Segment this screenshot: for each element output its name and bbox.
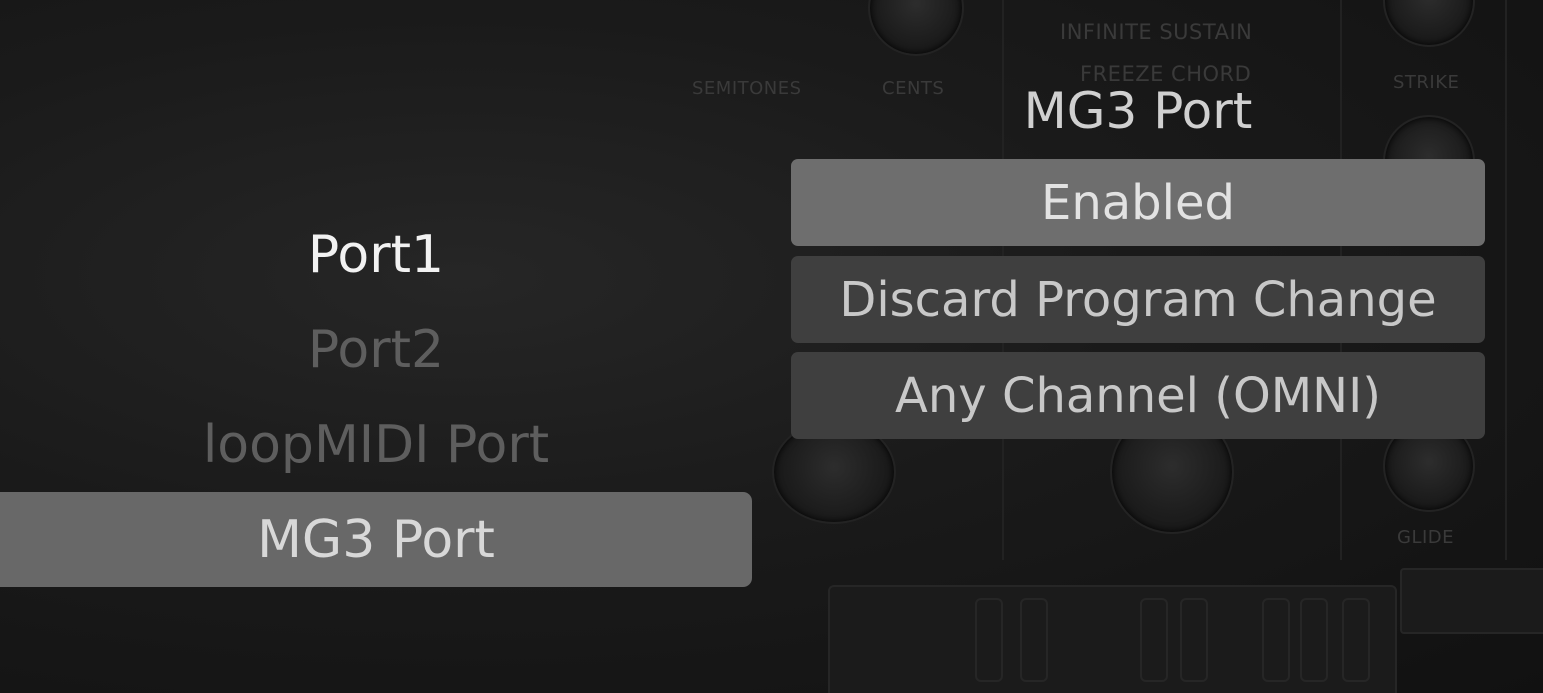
keyboard-key xyxy=(1342,598,1370,682)
keyboard-key xyxy=(1300,598,1328,682)
discard-program-change-toggle[interactable]: Discard Program Change xyxy=(791,256,1485,343)
port-item-label: MG3 Port xyxy=(257,509,495,570)
keyboard-key xyxy=(1020,598,1048,682)
port-item-port2[interactable]: Port2 xyxy=(0,302,752,397)
seeboard-button-bg xyxy=(1400,568,1543,634)
port-item-label: loopMIDI Port xyxy=(202,414,550,475)
keyboard-strip xyxy=(828,585,1397,693)
port-item-port1[interactable]: Port1 xyxy=(0,207,752,302)
keyboard-key xyxy=(975,598,1003,682)
semitones-label: SEMITONES xyxy=(692,78,802,99)
cents-knob xyxy=(868,0,964,56)
any-channel-omni-toggle[interactable]: Any Channel (OMNI) xyxy=(791,352,1485,439)
panel-divider xyxy=(1505,0,1507,560)
keyboard-key xyxy=(1180,598,1208,682)
port-item-label: Port2 xyxy=(307,319,445,380)
port-item-loopmidi[interactable]: loopMIDI Port xyxy=(0,397,752,492)
keyboard-key xyxy=(1262,598,1290,682)
strike-knob-top xyxy=(1383,0,1475,47)
infinite-sustain-label: INFINITE SUSTAIN xyxy=(1060,20,1253,44)
midi-port-settings-screen: INFINITE SUSTAIN FREEZE CHORD SEMITONES … xyxy=(0,0,1543,693)
port-item-mg3[interactable]: MG3 Port xyxy=(0,492,752,587)
discard-program-change-label: Discard Program Change xyxy=(839,271,1437,328)
seeboard-label: SEEBOARD xyxy=(1432,593,1524,612)
keyboard-key xyxy=(1140,598,1168,682)
port-options-title: MG3 Port xyxy=(1023,82,1253,140)
any-channel-omni-label: Any Channel (OMNI) xyxy=(895,367,1381,424)
glide-label: GLIDE xyxy=(1397,527,1455,548)
enabled-toggle-label: Enabled xyxy=(1041,174,1235,231)
enabled-toggle[interactable]: Enabled xyxy=(791,159,1485,246)
port-item-label: Port1 xyxy=(307,224,445,285)
midi-port-list: Port1 Port2 loopMIDI Port MG3 Port xyxy=(0,207,752,587)
